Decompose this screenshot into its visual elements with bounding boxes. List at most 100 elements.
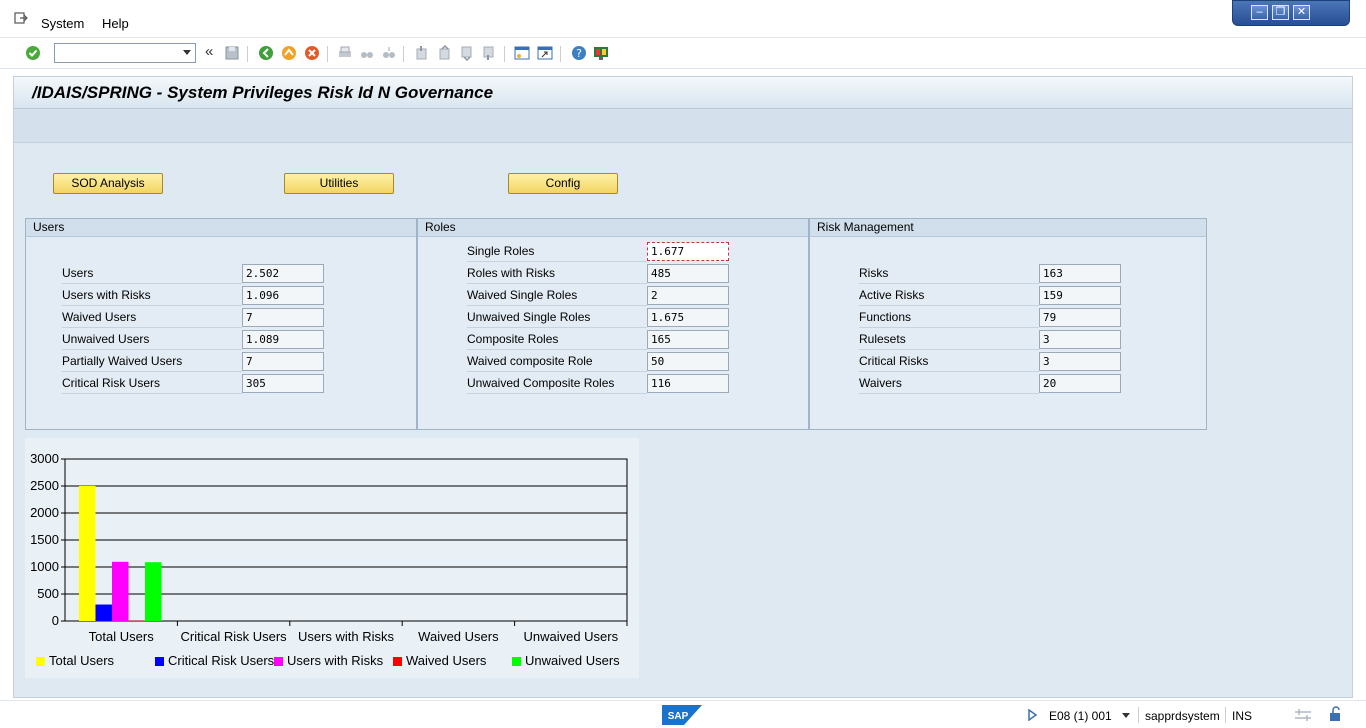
users-group-heading: Users (26, 219, 416, 237)
legend-swatch (155, 657, 164, 666)
users-group: Users Users 2.502 Users with Risks 1.096… (25, 218, 417, 430)
active-risks-value-field[interactable]: 159 (1039, 286, 1121, 305)
customize-layout-icon[interactable] (593, 45, 609, 61)
collapse-icon[interactable]: « (205, 43, 221, 60)
new-session-icon[interactable] (514, 45, 530, 61)
waived-single-roles-label: Waived Single Roles (467, 288, 578, 302)
menu-system[interactable]: System (41, 16, 84, 31)
unlock-icon[interactable] (1328, 706, 1344, 722)
active-risks-label: Active Risks (859, 288, 925, 302)
waived-composite-role-label: Waived composite Role (467, 354, 593, 368)
bar (145, 562, 162, 621)
menu-icon[interactable] (14, 12, 28, 24)
restore-button[interactable]: ❐ (1272, 5, 1289, 20)
unwaived-single-roles-value-field[interactable]: 1.675 (647, 308, 729, 327)
rulesets-label: Rulesets (859, 332, 906, 346)
waived-users-value-field[interactable]: 7 (242, 308, 324, 327)
minimize-button[interactable]: – (1251, 5, 1268, 20)
last-page-icon[interactable] (481, 45, 497, 61)
functions-label: Functions (859, 310, 912, 324)
partially-waived-users-value-field[interactable]: 7 (242, 352, 324, 371)
rulesets-row: Rulesets 3 (859, 328, 1123, 350)
application-toolbar (14, 109, 1352, 143)
legend-swatch (36, 657, 45, 666)
users-with-risks-label: Users with Risks (62, 288, 151, 302)
risks-row: Risks 163 (859, 262, 1123, 284)
waived-single-roles-row: Waived Single Roles 2 (467, 284, 731, 306)
close-button[interactable]: ✕ (1293, 5, 1310, 20)
users-label: Users (62, 266, 94, 280)
x-tick-label: Critical Risk Users (181, 629, 288, 644)
page-title: /IDAIS/SPRING - System Privileges Risk I… (32, 83, 494, 102)
legend-label: Critical Risk Users (168, 653, 275, 668)
y-tick-label: 500 (37, 586, 59, 601)
unwaived-composite-roles-value-field[interactable]: 116 (647, 374, 729, 393)
menu-help[interactable]: Help (102, 16, 129, 31)
exit-icon[interactable] (281, 45, 297, 61)
partially-waived-users-row: Partially Waived Users 7 (62, 350, 326, 372)
config-button[interactable]: Config (508, 173, 618, 194)
users-value-field[interactable]: 2.502 (242, 264, 324, 283)
roles-group: Roles Single Roles 1.677 Roles with Risk… (417, 218, 809, 430)
svg-text:?: ? (576, 47, 582, 60)
unwaived-users-label: Unwaived Users (62, 332, 150, 346)
single-roles-value-field[interactable]: 1.677 (647, 242, 729, 261)
waived-composite-role-value-field[interactable]: 50 (647, 352, 729, 371)
x-tick-label: Total Users (89, 629, 155, 644)
partially-waived-users-label: Partially Waived Users (62, 354, 183, 368)
critical-risks-value-field[interactable]: 3 (1039, 352, 1121, 371)
roles-with-risks-label: Roles with Risks (467, 266, 556, 280)
cancel-icon[interactable] (304, 45, 320, 61)
y-tick-label: 1000 (30, 559, 59, 574)
risks-label: Risks (859, 266, 889, 280)
help-icon[interactable]: ? (571, 45, 587, 61)
chevron-down-icon[interactable] (183, 50, 191, 55)
window-controls: – ❐ ✕ (1232, 0, 1350, 26)
back-icon[interactable] (258, 45, 274, 61)
print-icon[interactable] (337, 45, 353, 61)
first-page-icon[interactable] (414, 45, 430, 61)
rulesets-value-field[interactable]: 3 (1039, 330, 1121, 349)
critical-risk-users-value-field[interactable]: 305 (242, 374, 324, 393)
risk-management-group-heading: Risk Management (810, 219, 1206, 237)
waived-single-roles-value-field[interactable]: 2 (647, 286, 729, 305)
critical-risks-row: Critical Risks 3 (859, 350, 1123, 372)
critical-risk-users-label: Critical Risk Users (62, 376, 161, 390)
waivers-value-field[interactable]: 20 (1039, 374, 1121, 393)
y-tick-label: 0 (52, 613, 59, 628)
single-roles-row: Single Roles 1.677 (467, 240, 731, 262)
risks-value-field[interactable]: 163 (1039, 264, 1121, 283)
roles-with-risks-value-field[interactable]: 485 (647, 264, 729, 283)
utilities-button[interactable]: Utilities (284, 173, 394, 194)
play-icon[interactable] (1028, 709, 1038, 721)
functions-row: Functions 79 (859, 306, 1123, 328)
users-chart: 0 500 1000 1500 2000 2500 3000 Total Users Criti… (25, 438, 639, 678)
chevron-down-icon[interactable] (1122, 713, 1130, 718)
functions-value-field[interactable]: 79 (1039, 308, 1121, 327)
connection-icon (1295, 709, 1311, 721)
server-name: sapprdsystem (1145, 709, 1220, 723)
active-risks-row: Active Risks 159 (859, 284, 1123, 306)
unwaived-users-row: Unwaived Users 1.089 (62, 328, 326, 350)
unwaived-users-value-field[interactable]: 1.089 (242, 330, 324, 349)
next-page-icon[interactable] (459, 45, 475, 61)
users-with-risks-value-field[interactable]: 1.096 (242, 286, 324, 305)
sod-analysis-button[interactable]: SOD Analysis (53, 173, 163, 194)
menu-bar: System Help – ❐ ✕ (0, 0, 1366, 38)
find-icon[interactable] (359, 45, 375, 61)
input-mode[interactable]: INS (1232, 709, 1252, 723)
previous-page-icon[interactable] (437, 45, 453, 61)
legend-label: Unwaived Users (525, 653, 620, 668)
find-next-icon[interactable] (381, 45, 397, 61)
y-tick-label: 2000 (30, 505, 59, 520)
command-field[interactable] (54, 43, 196, 63)
x-tick-label: Users with Risks (298, 629, 395, 644)
single-roles-label: Single Roles (467, 244, 535, 258)
enter-icon[interactable] (25, 45, 41, 61)
unwaived-single-roles-label: Unwaived Single Roles (467, 310, 591, 324)
composite-roles-value-field[interactable]: 165 (647, 330, 729, 349)
shortcut-icon[interactable] (537, 45, 553, 61)
save-icon[interactable] (224, 45, 240, 61)
status-bar: SAP E08 (1) 001 sapprdsystem INS (0, 700, 1366, 728)
waivers-row: Waivers 20 (859, 372, 1123, 394)
